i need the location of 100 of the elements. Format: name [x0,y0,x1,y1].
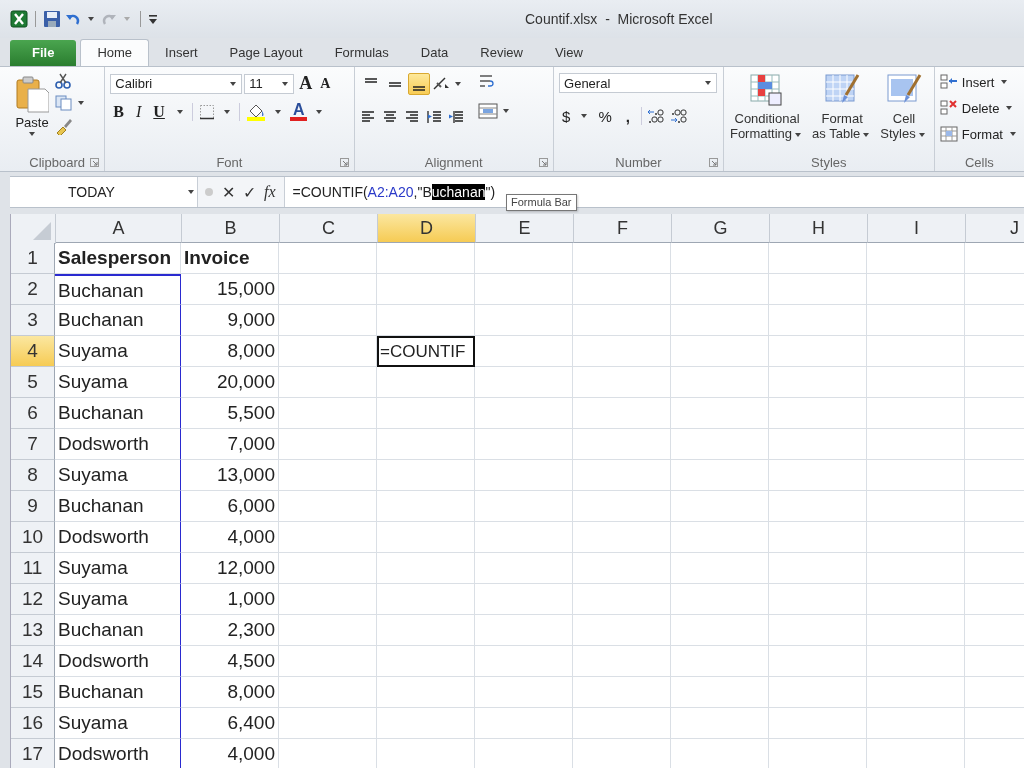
row-header[interactable]: 7 [11,429,55,460]
ribbon-tab[interactable]: Page Layout [213,40,319,66]
table-cell[interactable]: 12,000 [181,553,279,584]
table-cell[interactable] [279,646,377,677]
borders-icon[interactable] [198,103,215,120]
text-orientation-icon[interactable] [431,76,450,92]
caret-icon[interactable] [78,101,84,105]
table-cell[interactable] [867,336,965,367]
comma-button[interactable]: , [619,107,636,125]
cells-menu-button[interactable]: Delete [939,97,1016,119]
table-cell[interactable] [573,491,671,522]
row-header[interactable]: 13 [11,615,55,646]
table-cell[interactable]: Buchanan [55,491,181,522]
decrease-indent-icon[interactable] [425,109,442,125]
table-cell[interactable]: 13,000 [181,460,279,491]
caret-icon[interactable] [282,81,289,86]
table-cell[interactable] [867,367,965,398]
table-cell[interactable] [279,553,377,584]
table-cell[interactable] [377,584,475,615]
row-header[interactable]: 4 [11,336,55,367]
table-cell[interactable] [769,553,867,584]
table-cell[interactable]: Buchanan [55,274,181,305]
caret-icon[interactable] [230,81,237,86]
table-cell[interactable] [671,398,769,429]
row-header[interactable]: 10 [11,522,55,553]
table-cell[interactable] [867,615,965,646]
table-cell[interactable] [377,243,475,274]
caret-icon[interactable] [581,114,588,118]
table-cell[interactable] [671,522,769,553]
align-right-icon[interactable] [403,109,420,125]
dialog-launcher-icon[interactable] [708,158,718,167]
table-cell[interactable] [769,460,867,491]
table-cell[interactable] [671,491,769,522]
shrink-font-button[interactable]: A [317,75,334,92]
table-cell[interactable] [867,274,965,305]
table-cell[interactable]: Buchanan [55,398,181,429]
row-header[interactable]: 15 [11,677,55,708]
fill-bucket-icon[interactable] [245,102,266,121]
table-cell[interactable]: Suyama [55,367,181,398]
table-cell[interactable] [769,243,867,274]
file-tab[interactable]: File [10,40,77,66]
table-cell[interactable]: Suyama [55,460,181,491]
table-cell[interactable] [475,584,573,615]
table-cell[interactable] [475,460,573,491]
table-cell[interactable] [867,398,965,429]
table-cell[interactable] [377,305,475,336]
table-cell[interactable] [573,584,671,615]
column-header[interactable]: J [966,214,1024,243]
table-cell[interactable] [475,274,573,305]
table-cell[interactable]: 4,000 [181,522,279,553]
table-cell[interactable] [573,274,671,305]
table-cell[interactable] [671,243,769,274]
table-cell[interactable] [573,429,671,460]
column-header[interactable]: B [182,214,280,243]
percent-button[interactable]: % [595,107,615,125]
table-cell[interactable]: 7,000 [181,429,279,460]
table-cell[interactable] [279,336,377,367]
format-as-table-button[interactable]: Format as Table [810,73,875,141]
row-header[interactable]: 6 [11,398,55,429]
caret-icon[interactable] [502,109,509,113]
table-cell[interactable] [769,522,867,553]
table-cell[interactable] [573,367,671,398]
table-cell[interactable] [769,491,867,522]
table-cell[interactable]: 9,000 [181,305,279,336]
table-cell[interactable] [573,646,671,677]
conditional-formatting-button[interactable]: Conditional Formatting [727,73,807,141]
cell-styles-button[interactable]: Cell Styles [878,73,930,141]
merge-cells-icon[interactable] [477,103,498,119]
table-cell[interactable] [671,615,769,646]
table-cell[interactable]: Invoice [181,243,279,274]
table-cell[interactable] [377,274,475,305]
table-cell[interactable] [377,367,475,398]
grid-highlight-icon[interactable] [749,73,785,107]
table-cell[interactable] [377,429,475,460]
increase-decimal-icon[interactable] [646,108,665,124]
table-cell[interactable] [671,677,769,708]
bold-button[interactable]: B [110,102,127,121]
ribbon-tab[interactable]: Home [80,39,150,66]
table-cell[interactable] [475,336,573,367]
table-cell[interactable] [671,553,769,584]
insert-function-button[interactable]: fx [264,183,276,201]
row-header[interactable]: 14 [11,646,55,677]
table-cell[interactable]: Dodsworth [55,429,181,460]
table-cell[interactable] [867,646,965,677]
table-cell[interactable] [475,522,573,553]
row-header[interactable]: 1 [11,243,55,274]
table-cell[interactable] [867,584,965,615]
table-cell[interactable] [573,677,671,708]
table-cell[interactable]: Dodsworth [55,646,181,677]
caret-icon[interactable] [316,109,323,114]
table-cell[interactable] [279,274,377,305]
table-cell[interactable]: 4,000 [181,739,279,768]
cancel-button[interactable]: ✕ [222,182,235,202]
table-cell[interactable] [573,460,671,491]
row-header[interactable]: 12 [11,584,55,615]
table-cell[interactable] [475,429,573,460]
table-cell[interactable] [867,460,965,491]
number-format-field[interactable]: General [559,73,718,93]
column-header[interactable]: D [378,214,476,243]
row-header[interactable]: 8 [11,460,55,491]
